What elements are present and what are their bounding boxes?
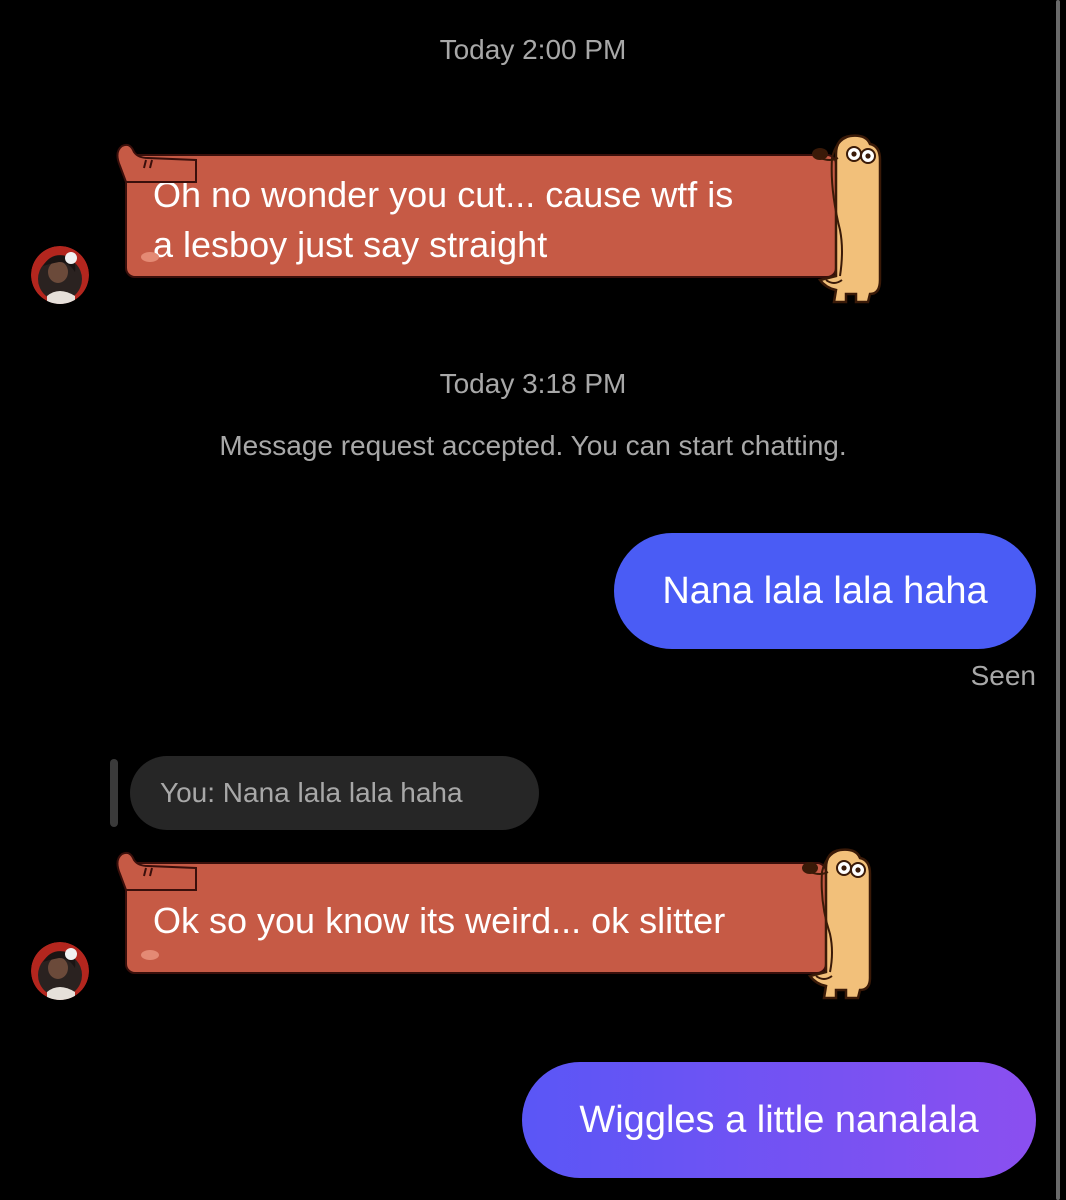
message-bubble-received[interactable]: Ok so you know its weird... ok slitter [125, 862, 827, 974]
message-bubble-sent[interactable]: Wiggles a little nanalala [522, 1062, 1036, 1178]
reply-preview-text: You: Nana lala lala haha [160, 777, 463, 808]
message-text-line-1: Oh no wonder you cut... cause wtf is [153, 174, 734, 215]
message-text: Ok so you know its weird... ok slitter [153, 900, 726, 941]
received-message-row: Oh no wonder you cut... cause wtf is a l… [0, 130, 900, 310]
seen-status: Seen [970, 660, 1036, 691]
received-message-row: Ok so you know its weird... ok slitter [0, 838, 900, 1008]
message-text-line-2: a lesboy just say straight [153, 224, 548, 265]
message-text: Nana lala lala haha [662, 569, 988, 612]
message-text: Wiggles a little nanalala [579, 1098, 979, 1141]
timestamp: Today 2:00 PM [439, 34, 627, 65]
reply-preview-bubble[interactable]: You: Nana lala lala haha [130, 756, 539, 830]
message-bubble-sent[interactable]: Nana lala lala haha [614, 533, 1036, 649]
message-bubble-received[interactable]: Oh no wonder you cut... cause wtf is a l… [125, 154, 837, 278]
dog-tail-icon [116, 851, 197, 891]
scrollbar[interactable] [1056, 0, 1060, 1200]
dachshund-head-icon [812, 134, 882, 304]
system-message: Message request accepted. You can start … [219, 430, 847, 461]
timestamp: Today 3:18 PM [439, 368, 627, 399]
dachshund-head-icon [802, 848, 872, 1000]
dog-tail-icon [116, 143, 197, 183]
reply-indicator-bar [110, 759, 118, 827]
bubble-shine [141, 252, 159, 262]
avatar[interactable] [31, 246, 89, 304]
bubble-shine [141, 950, 159, 960]
avatar[interactable] [31, 942, 89, 1000]
